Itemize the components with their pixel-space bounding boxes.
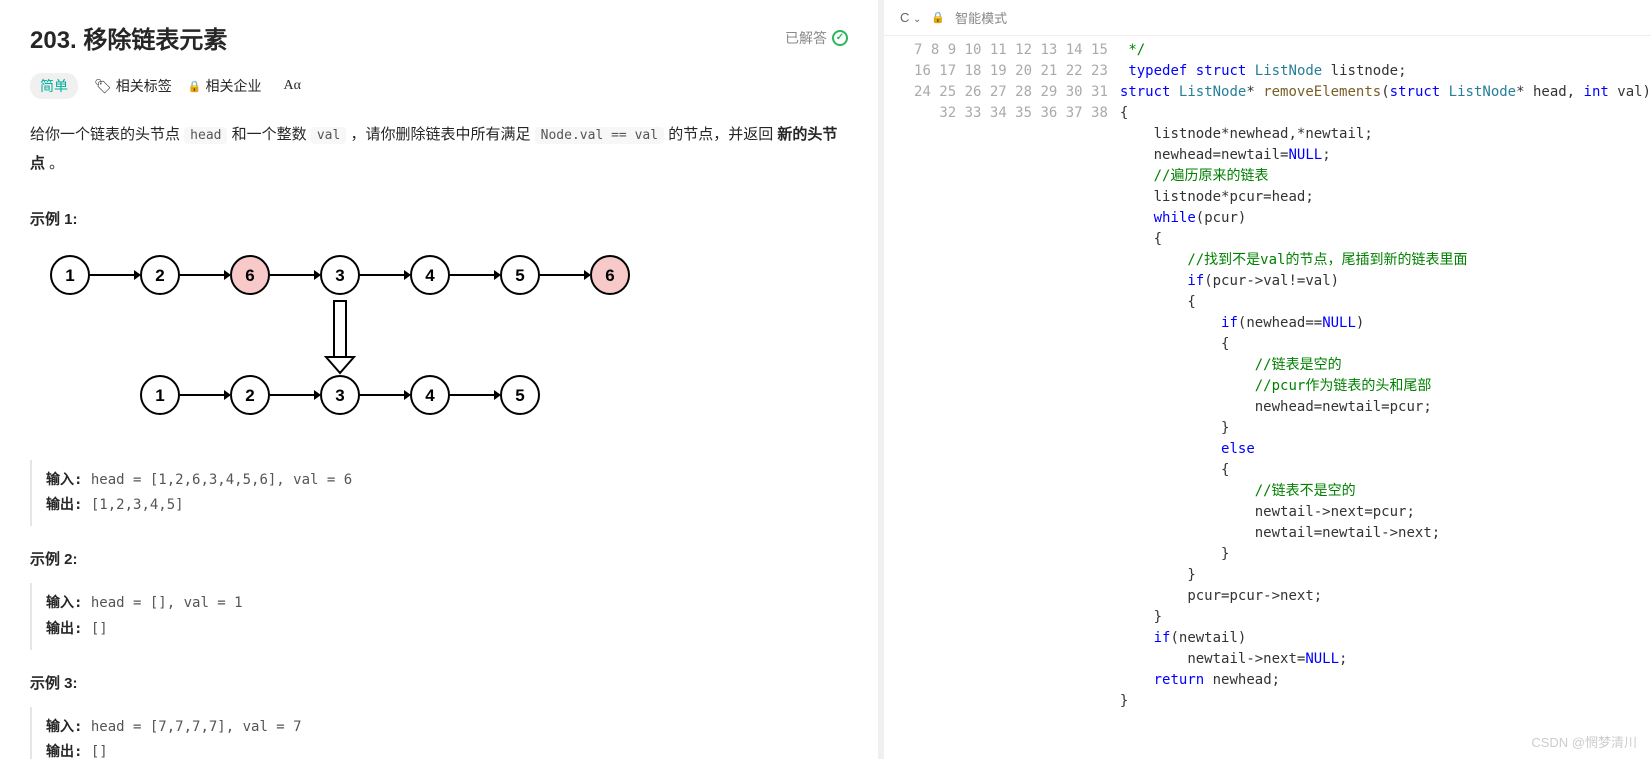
code-editor-panel: C ⌄ 🔒 智能模式 7 8 9 10 11 12 13 14 15 16 17… xyxy=(884,0,1651,759)
linked-list-diagram: 1 2 6 3 4 5 6 1 2 3 4 5 xyxy=(40,247,848,442)
svg-text:2: 2 xyxy=(155,266,164,285)
example-3-block: 输入: head = [7,7,7,7], val = 7 输出: [] xyxy=(30,707,848,759)
editor-header: C ⌄ 🔒 智能模式 xyxy=(884,0,1651,36)
problem-title: 203. 移除链表元素 xyxy=(30,20,227,55)
tags-row: 简单 🏷 相关标签 🔒 相关企业 Aα xyxy=(30,73,848,99)
editor-mode[interactable]: 智能模式 xyxy=(955,8,1007,27)
watermark: CSDN @惘梦清川 xyxy=(1531,732,1637,751)
svg-text:2: 2 xyxy=(245,386,254,405)
problem-description: 给你一个链表的头节点 head 和一个整数 val ，请你删除链表中所有满足 N… xyxy=(30,121,848,178)
chevron-down-icon: ⌄ xyxy=(913,14,921,25)
line-gutter: 7 8 9 10 11 12 13 14 15 16 17 18 19 20 2… xyxy=(884,40,1120,759)
svg-text:6: 6 xyxy=(245,266,254,285)
example-1-block: 输入: head = [1,2,6,3,4,5,6], val = 6 输出: … xyxy=(30,460,848,526)
problem-description-panel: 203. 移除链表元素 已解答 ✓ 简单 🏷 相关标签 🔒 相关企业 Aα 给你… xyxy=(0,0,878,759)
related-companies-button[interactable]: 🔒 相关企业 xyxy=(188,76,262,96)
lock-icon: 🔒 xyxy=(931,11,945,24)
svg-text:1: 1 xyxy=(155,386,164,405)
difficulty-badge: 简单 xyxy=(30,73,78,99)
svg-text:4: 4 xyxy=(425,386,435,405)
solved-status: 已解答 ✓ xyxy=(785,28,848,48)
check-icon: ✓ xyxy=(832,30,848,46)
lock-icon: 🔒 xyxy=(188,80,202,93)
code-editor[interactable]: 7 8 9 10 11 12 13 14 15 16 17 18 19 20 2… xyxy=(884,36,1651,759)
font-size-button[interactable]: Aα xyxy=(277,76,306,96)
example-2-title: 示例 2: xyxy=(30,548,848,569)
language-selector[interactable]: C ⌄ xyxy=(900,10,921,25)
example-3-title: 示例 3: xyxy=(30,672,848,693)
svg-text:3: 3 xyxy=(335,386,344,405)
svg-text:6: 6 xyxy=(605,266,614,285)
svg-text:4: 4 xyxy=(425,266,435,285)
example-1-title: 示例 1: xyxy=(30,208,848,229)
svg-text:1: 1 xyxy=(65,266,74,285)
svg-text:5: 5 xyxy=(515,386,524,405)
code-content[interactable]: */ typedef struct ListNode listnode; str… xyxy=(1120,40,1651,759)
svg-text:3: 3 xyxy=(335,266,344,285)
svg-text:5: 5 xyxy=(515,266,524,285)
tag-icon: 🏷 xyxy=(94,78,112,95)
example-2-block: 输入: head = [], val = 1 输出: [] xyxy=(30,583,848,649)
related-tags-button[interactable]: 🏷 相关标签 xyxy=(94,76,172,96)
